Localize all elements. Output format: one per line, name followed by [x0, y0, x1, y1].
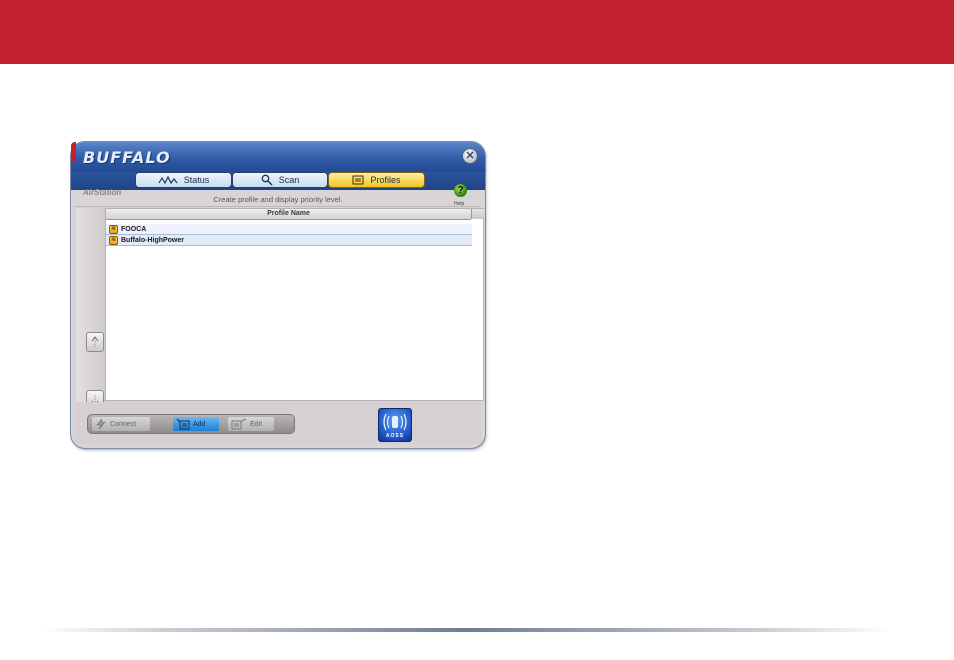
footer-divider	[40, 628, 890, 632]
add-button[interactable]: Add	[173, 417, 219, 431]
title-bar[interactable]: BUFFALO ✕	[71, 142, 485, 174]
divider	[75, 206, 481, 207]
tab-status-label: Status	[183, 175, 210, 185]
instructions-text: Create profile and display priority leve…	[213, 195, 343, 204]
document-icon	[352, 175, 364, 185]
tab-scan-label: Scan	[278, 175, 300, 185]
arrow-up-icon	[91, 336, 99, 347]
column-header-spacer	[471, 209, 484, 219]
connect-label: Connect	[110, 420, 137, 428]
profile-list[interactable]: Profile Name ≋ FOOCA ≋ Buffalo-HighPower	[105, 208, 484, 401]
close-button[interactable]: ✕	[462, 148, 478, 164]
action-button-group: Connect Add Edit	[87, 414, 295, 434]
buffalo-logo: BUFFALO	[83, 148, 171, 167]
client-manager-window: BUFFALO ✕ Status Scan Profiles AirStatio…	[71, 142, 485, 448]
profile-icon: ≋	[109, 224, 118, 234]
connect-button[interactable]: Connect	[92, 417, 150, 431]
tab-profiles-label: Profiles	[370, 175, 401, 185]
tab-scan[interactable]: Scan	[232, 172, 328, 188]
activity-icon	[158, 175, 178, 185]
tab-profiles[interactable]: Profiles	[328, 172, 425, 188]
profile-icon: ≋	[109, 235, 118, 245]
edit-profile-icon	[231, 418, 247, 430]
aoss-label: AOSS	[385, 433, 405, 439]
priority-panel	[76, 208, 106, 410]
tab-status[interactable]: Status	[135, 172, 232, 188]
profile-name: FOOCA	[121, 225, 147, 233]
wireless-signal-icon	[383, 413, 407, 431]
priority-up-button[interactable]	[86, 332, 104, 352]
action-bar: Connect Add Edit AOSS	[75, 402, 481, 444]
help-icon[interactable]: ?	[454, 184, 467, 197]
profile-row[interactable]: ≋ Buffalo-HighPower	[106, 235, 472, 246]
window-edge-accent	[71, 142, 76, 162]
column-header-profile-name[interactable]: Profile Name	[106, 209, 471, 220]
edit-label: Edit	[250, 420, 263, 428]
magnifier-icon	[261, 174, 273, 186]
profile-name: Buffalo-HighPower	[121, 236, 184, 244]
add-profile-icon	[176, 418, 190, 430]
aoss-button[interactable]: AOSS	[378, 408, 412, 442]
lightning-icon	[96, 418, 106, 430]
add-label: Add	[193, 420, 206, 428]
header-banner	[0, 0, 954, 64]
edit-button[interactable]: Edit	[228, 417, 274, 431]
profile-row[interactable]: ≋ FOOCA	[106, 224, 472, 235]
